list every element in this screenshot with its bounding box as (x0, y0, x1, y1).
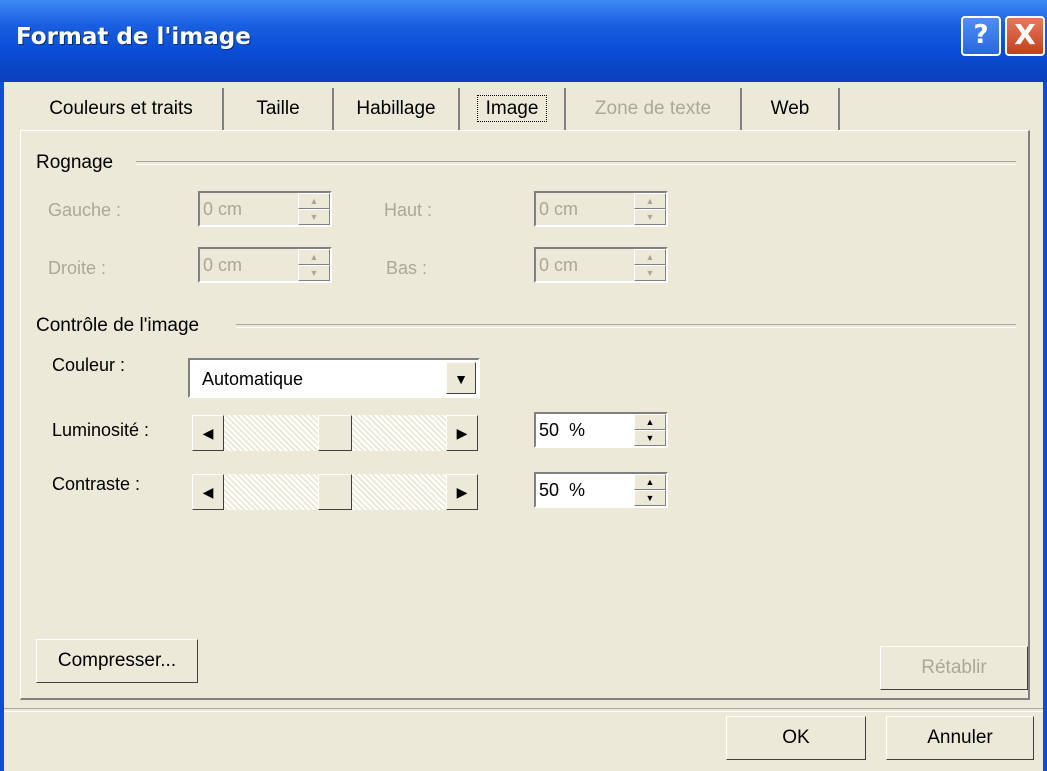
luminosite-value[interactable]: 50 % (539, 420, 585, 441)
spin-down-icon: ▼ (634, 209, 666, 225)
tab-habillage[interactable]: Habillage (334, 88, 460, 130)
contraste-label: Contraste : (52, 474, 141, 494)
ok-button[interactable]: OK (726, 716, 866, 760)
bas-label: Bas : (386, 258, 428, 278)
contraste-slider-thumb[interactable] (318, 474, 352, 510)
spin-down-icon[interactable]: ▼ (634, 490, 666, 506)
couleur-select[interactable]: Automatique ▼ (188, 358, 480, 398)
tab-web[interactable]: Web (742, 88, 840, 130)
contraste-value[interactable]: 50 % (539, 480, 585, 501)
gauche-spinner: 0 cm ▲ ▼ (198, 191, 332, 227)
scroll-right-icon[interactable]: ▶ (446, 415, 478, 451)
haut-label: Haut : (384, 200, 433, 220)
title-bar[interactable]: Format de l'image ? X (0, 0, 1047, 82)
couleur-label: Couleur : (52, 355, 126, 375)
luminosite-spinner[interactable]: 50 % ▲ ▼ (534, 412, 668, 448)
luminosite-slider-thumb[interactable] (318, 415, 352, 451)
tab-image[interactable]: Image (460, 88, 566, 130)
droite-label: Droite : (48, 258, 107, 278)
tab-panel (20, 130, 1030, 700)
spin-up-icon[interactable]: ▲ (634, 414, 666, 430)
footer-divider (4, 708, 1043, 712)
close-button[interactable]: X (1005, 16, 1045, 56)
luminosite-slider[interactable]: ◀ ▶ (192, 415, 478, 451)
spin-up-icon[interactable]: ▲ (634, 474, 666, 490)
gauche-label: Gauche : (48, 200, 122, 220)
gauche-value: 0 cm (203, 199, 243, 219)
retablir-button: Rétablir (880, 646, 1028, 690)
tab-taille[interactable]: Taille (224, 88, 334, 130)
spin-up-icon: ▲ (634, 193, 666, 209)
spin-up-icon: ▲ (634, 249, 666, 265)
droite-spinner: 0 cm ▲ ▼ (198, 247, 332, 283)
spin-down-icon: ▼ (298, 209, 330, 225)
window-title: Format de l'image (16, 24, 251, 50)
controle-divider (236, 324, 1016, 328)
contraste-slider[interactable]: ◀ ▶ (192, 474, 478, 510)
scroll-left-icon[interactable]: ◀ (192, 415, 224, 451)
rognage-divider (136, 161, 1016, 165)
haut-value: 0 cm (539, 199, 579, 219)
tab-couleurs-et-traits[interactable]: Couleurs et traits (20, 88, 224, 130)
spin-up-icon: ▲ (298, 249, 330, 265)
annuler-button[interactable]: Annuler (886, 716, 1034, 760)
scroll-left-icon[interactable]: ◀ (192, 474, 224, 510)
luminosite-label: Luminosité : (52, 420, 150, 440)
bas-spinner: 0 cm ▲ ▼ (534, 247, 668, 283)
spin-up-icon: ▲ (298, 193, 330, 209)
chevron-down-icon[interactable]: ▼ (446, 362, 476, 394)
droite-value: 0 cm (203, 255, 243, 275)
haut-spinner: 0 cm ▲ ▼ (534, 191, 668, 227)
couleur-value: Automatique (202, 369, 304, 389)
controle-title: Contrôle de l'image (36, 315, 200, 336)
contraste-spinner[interactable]: 50 % ▲ ▼ (534, 472, 668, 508)
tab-zone-de-texte: Zone de texte (566, 88, 742, 130)
spin-down-icon: ▼ (298, 265, 330, 281)
tab-image-label: Image (476, 95, 548, 122)
scroll-right-icon[interactable]: ▶ (446, 474, 478, 510)
rognage-title: Rognage (36, 152, 114, 173)
spin-down-icon: ▼ (634, 265, 666, 281)
bas-value: 0 cm (539, 255, 579, 275)
help-button[interactable]: ? (961, 16, 1001, 56)
spin-down-icon[interactable]: ▼ (634, 430, 666, 446)
compresser-button[interactable]: Compresser... (36, 639, 198, 683)
